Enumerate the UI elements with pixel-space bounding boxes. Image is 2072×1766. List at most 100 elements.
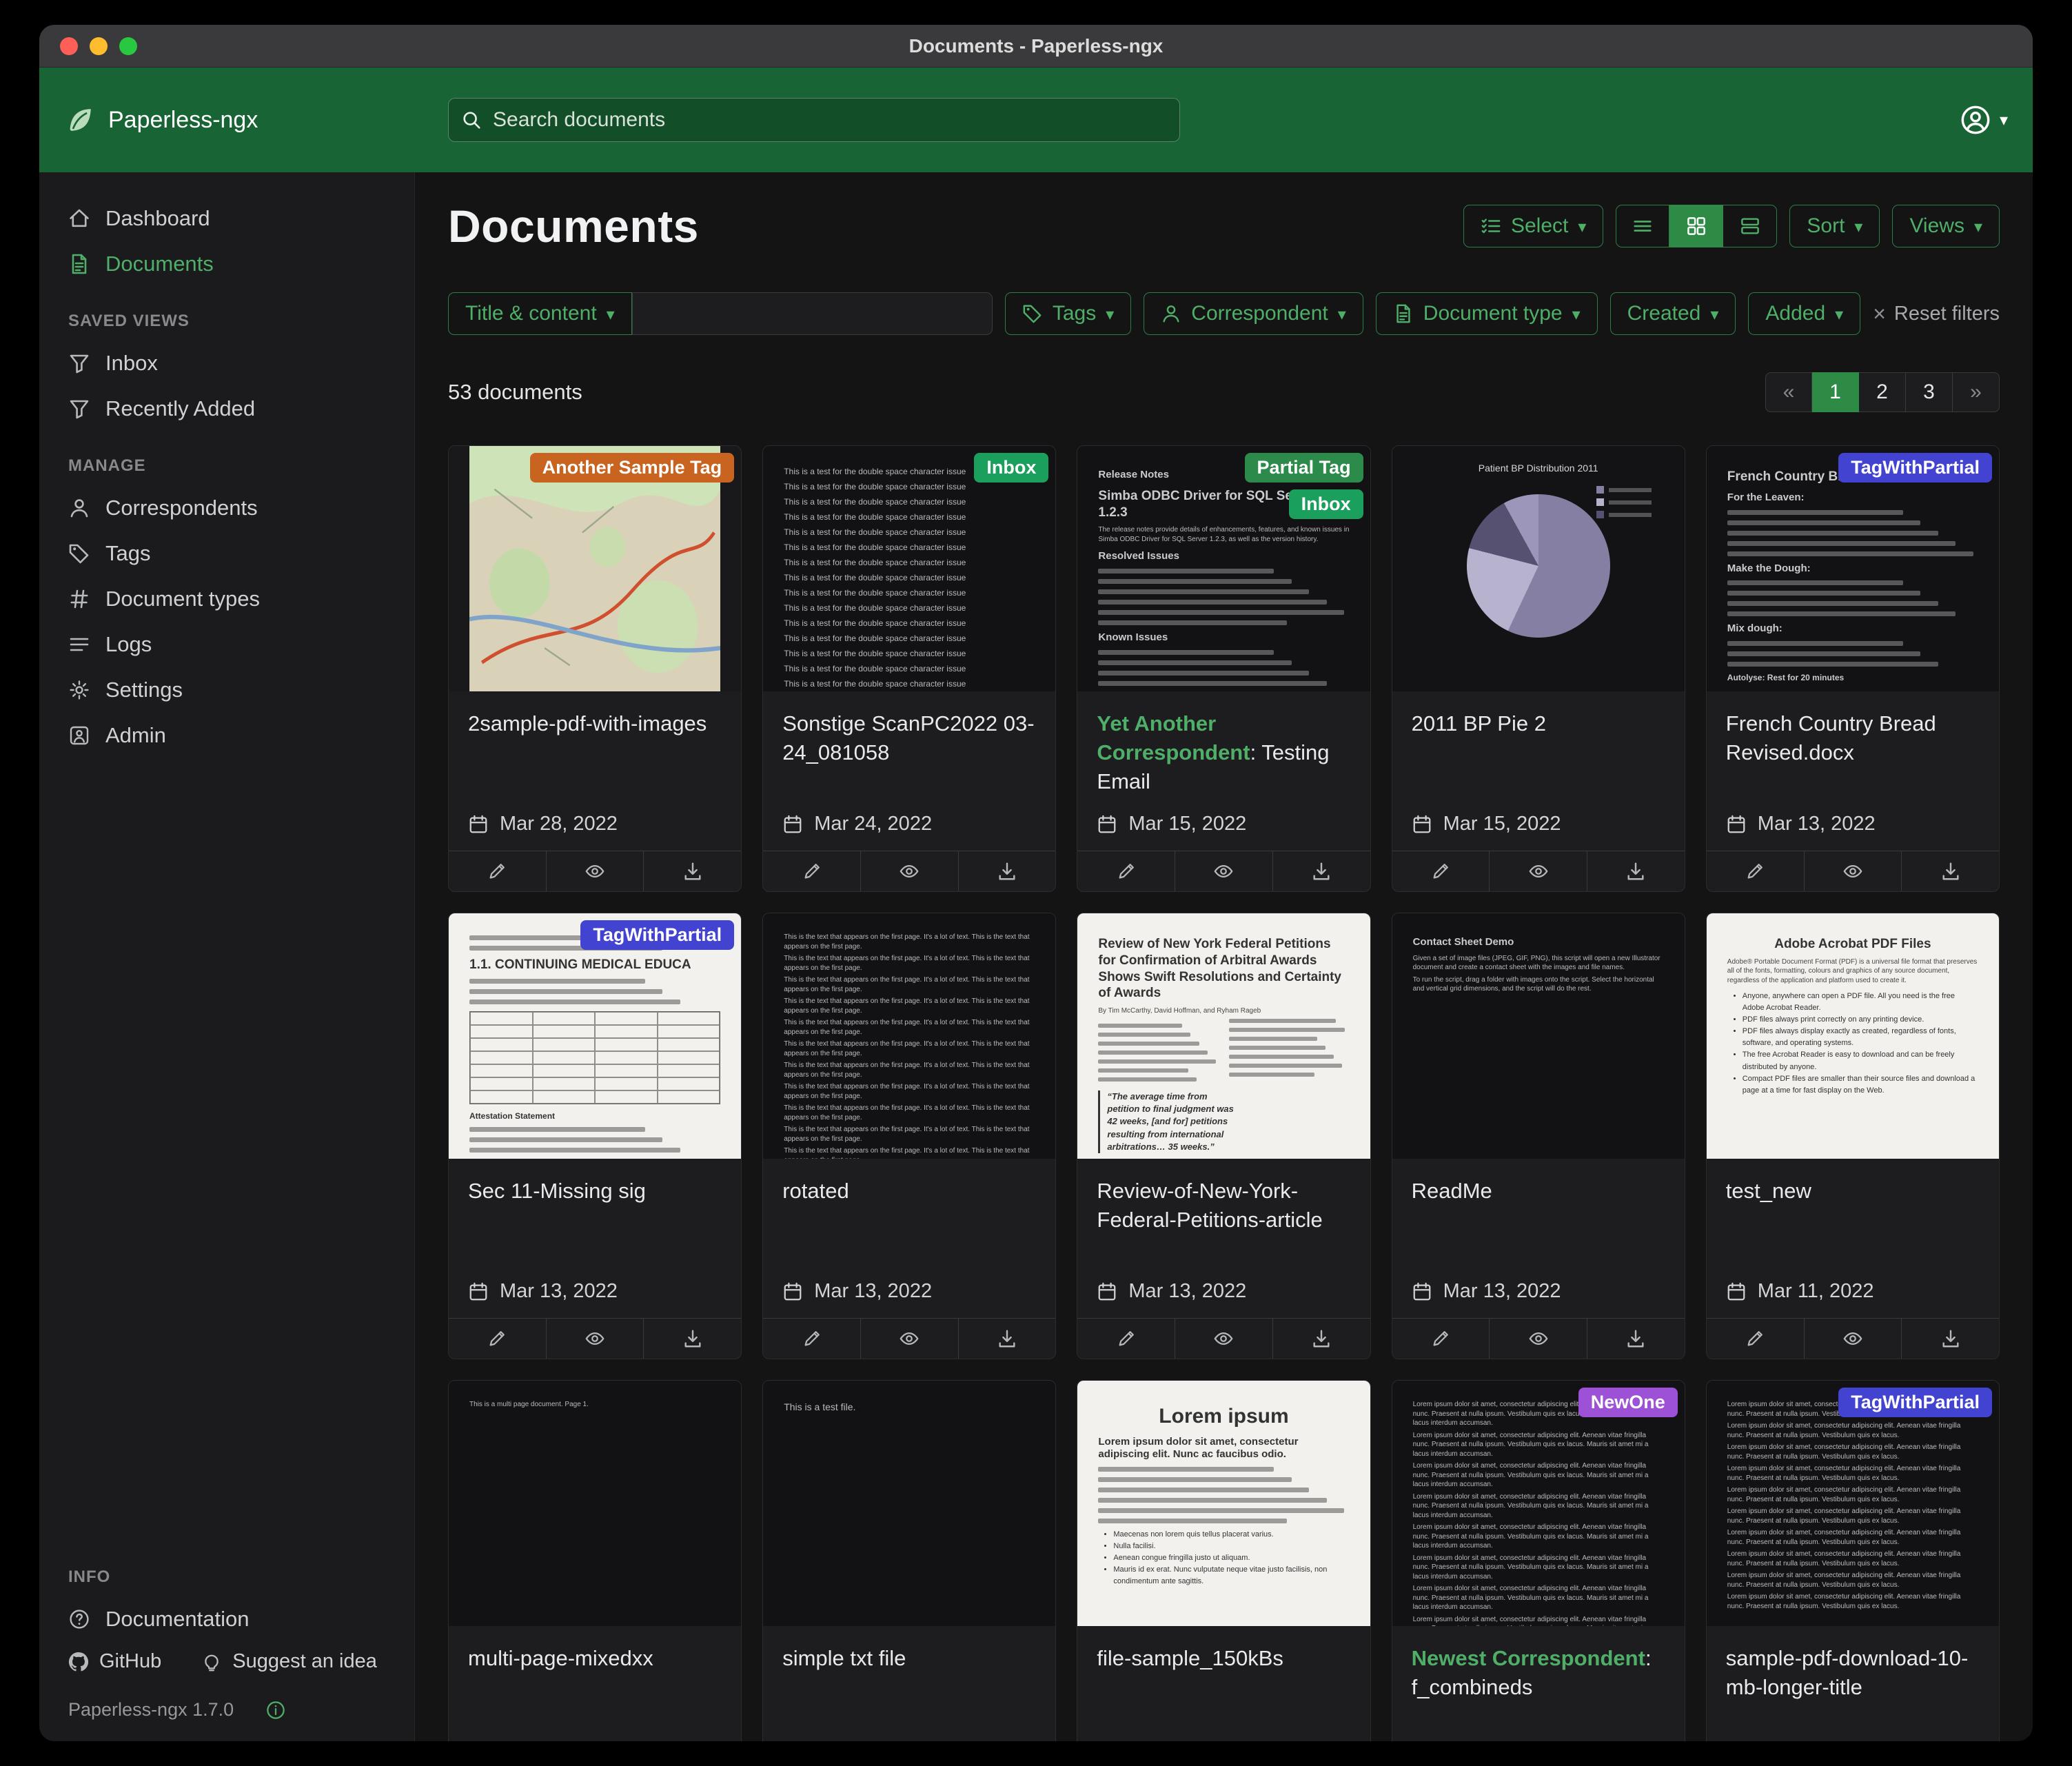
- tag-badge-inbox[interactable]: Inbox: [974, 453, 1048, 483]
- pagination-page-2[interactable]: 2: [1859, 372, 1906, 412]
- title-content-filter-button[interactable]: Title & content: [448, 292, 632, 335]
- view-document-button[interactable]: [1175, 851, 1273, 891]
- suggest-idea-link[interactable]: Suggest an idea: [201, 1650, 377, 1673]
- view-list-button[interactable]: [1616, 205, 1669, 247]
- document-title[interactable]: multi-page-mixedxx: [468, 1644, 722, 1673]
- user-menu[interactable]: [1960, 104, 2008, 136]
- download-document-button[interactable]: [1273, 851, 1370, 891]
- document-title[interactable]: sample-pdf-download-10-mb-longer-title: [1726, 1644, 1980, 1702]
- view-document-button[interactable]: [1175, 1319, 1273, 1359]
- pagination-page-1[interactable]: 1: [1812, 372, 1859, 412]
- document-card[interactable]: Lorem ipsumLorem ipsum dolor sit amet, c…: [1077, 1380, 1370, 1741]
- edit-document-button[interactable]: [1392, 851, 1490, 891]
- document-thumbnail[interactable]: Lorem ipsumLorem ipsum dolor sit amet, c…: [1077, 1381, 1370, 1626]
- download-document-button[interactable]: [644, 851, 741, 891]
- document-title[interactable]: 2sample-pdf-with-images: [468, 709, 722, 738]
- tag-badge-tagwithpartial[interactable]: TagWithPartial: [580, 920, 734, 950]
- document-thumbnail[interactable]: French Country BreadFor the Leaven:Make …: [1707, 446, 1999, 691]
- document-title[interactable]: test_new: [1726, 1177, 1980, 1206]
- document-card[interactable]: Review of New York Federal Petitions for…: [1077, 913, 1370, 1359]
- download-document-button[interactable]: [1902, 1319, 1999, 1359]
- correspondent-link[interactable]: Newest Correspondent: [1412, 1646, 1645, 1670]
- download-document-button[interactable]: [1587, 1319, 1685, 1359]
- tag-badge-inbox[interactable]: Inbox: [1289, 489, 1363, 519]
- view-grid-button[interactable]: [1669, 205, 1723, 247]
- sidebar-item-documents[interactable]: Documents: [39, 241, 414, 287]
- document-title[interactable]: Sonstige ScanPC2022 03-24_081058: [782, 709, 1036, 767]
- view-document-button[interactable]: [1490, 1319, 1587, 1359]
- title-content-filter-input[interactable]: [632, 292, 993, 335]
- minimize-window-button[interactable]: [90, 37, 108, 55]
- edit-document-button[interactable]: [1707, 851, 1805, 891]
- added-filter-button[interactable]: Added: [1748, 292, 1860, 335]
- document-card[interactable]: Lorem ipsum dolor sit amet, consectetur …: [1392, 1380, 1685, 1741]
- document-card[interactable]: Release NotesSimba ODBC Driver for SQL S…: [1077, 445, 1370, 892]
- pagination-page-3[interactable]: 3: [1906, 372, 1953, 412]
- document-title[interactable]: Sec 11-Missing sig: [468, 1177, 722, 1206]
- document-thumbnail[interactable]: This is the text that appears on the fir…: [763, 913, 1055, 1159]
- sidebar-item-correspondents[interactable]: Correspondents: [39, 485, 414, 531]
- document-thumbnail[interactable]: Contact Sheet DemoGiven a set of image f…: [1392, 913, 1685, 1159]
- edit-document-button[interactable]: [1077, 851, 1175, 891]
- edit-document-button[interactable]: [763, 1319, 861, 1359]
- reset-filters-button[interactable]: Reset filters: [1873, 301, 2000, 327]
- document-thumbnail[interactable]: Adobe Acrobat PDF FilesAdobe® Portable D…: [1707, 913, 1999, 1159]
- view-document-button[interactable]: [547, 1319, 644, 1359]
- document-title[interactable]: simple txt file: [782, 1644, 1036, 1673]
- pagination-prev-button[interactable]: «: [1765, 372, 1812, 412]
- sidebar-item-document-types[interactable]: Document types: [39, 576, 414, 622]
- view-document-button[interactable]: [861, 1319, 959, 1359]
- select-button[interactable]: Select: [1463, 205, 1603, 247]
- document-card[interactable]: Another Sample Tag 2sample-pdf-with-imag…: [448, 445, 742, 892]
- document-thumbnail[interactable]: Lorem ipsum dolor sit amet, consectetur …: [1392, 1381, 1685, 1626]
- document-title[interactable]: file-sample_150kBs: [1097, 1644, 1350, 1673]
- edit-document-button[interactable]: [449, 851, 547, 891]
- views-button[interactable]: Views: [1892, 205, 2000, 247]
- document-card[interactable]: Contact Sheet DemoGiven a set of image f…: [1392, 913, 1685, 1359]
- tags-filter-button[interactable]: Tags: [1005, 292, 1131, 335]
- correspondent-link[interactable]: Yet Another Correspondent: [1097, 711, 1250, 764]
- search-input[interactable]: [493, 108, 1167, 132]
- edit-document-button[interactable]: [1077, 1319, 1175, 1359]
- pagination-next-button[interactable]: »: [1953, 372, 2000, 412]
- tag-badge-another-sample-tag[interactable]: Another Sample Tag: [530, 453, 735, 483]
- download-document-button[interactable]: [1902, 851, 1999, 891]
- document-thumbnail[interactable]: Release NotesSimba ODBC Driver for SQL S…: [1077, 446, 1370, 691]
- sidebar-item-settings[interactable]: Settings: [39, 667, 414, 713]
- sidebar-item-tags[interactable]: Tags: [39, 531, 414, 576]
- sidebar-item-documentation[interactable]: Documentation: [39, 1596, 414, 1642]
- document-card[interactable]: 1.1. CONTINUING MEDICAL EDUCAAttestation…: [448, 913, 742, 1359]
- view-document-button[interactable]: [547, 851, 644, 891]
- document-title[interactable]: rotated: [782, 1177, 1036, 1206]
- edit-document-button[interactable]: [763, 851, 861, 891]
- document-card[interactable]: This is the text that appears on the fir…: [762, 913, 1056, 1359]
- tag-badge-partial-tag[interactable]: Partial Tag: [1245, 453, 1363, 483]
- document-card[interactable]: This is a test file. simple txt file: [762, 1380, 1056, 1741]
- document-thumbnail[interactable]: Another Sample Tag: [449, 446, 741, 691]
- view-document-button[interactable]: [1805, 1319, 1902, 1359]
- global-search[interactable]: [448, 98, 1180, 142]
- tag-badge-newone[interactable]: NewOne: [1578, 1388, 1678, 1417]
- app-brand[interactable]: Paperless-ngx: [64, 104, 448, 136]
- document-title[interactable]: French Country Bread Revised.docx: [1726, 709, 1980, 767]
- document-title[interactable]: 2011 BP Pie 2: [1412, 709, 1665, 738]
- github-link[interactable]: GitHub: [68, 1650, 161, 1673]
- document-card[interactable]: Lorem ipsum dolor sit amet, consectetur …: [1706, 1380, 2000, 1741]
- view-document-button[interactable]: [1805, 851, 1902, 891]
- created-filter-button[interactable]: Created: [1610, 292, 1736, 335]
- document-thumbnail[interactable]: Lorem ipsum dolor sit amet, consectetur …: [1707, 1381, 1999, 1626]
- edit-document-button[interactable]: [1707, 1319, 1805, 1359]
- tag-badge-tagwithpartial[interactable]: TagWithPartial: [1838, 1388, 1992, 1417]
- download-document-button[interactable]: [644, 1319, 741, 1359]
- sidebar-item-inbox[interactable]: Inbox: [39, 341, 414, 386]
- document-type-filter-button[interactable]: Document type: [1376, 292, 1598, 335]
- view-document-button[interactable]: [1490, 851, 1587, 891]
- download-document-button[interactable]: [959, 851, 1056, 891]
- zoom-window-button[interactable]: [119, 37, 137, 55]
- download-document-button[interactable]: [1273, 1319, 1370, 1359]
- sidebar-item-dashboard[interactable]: Dashboard: [39, 196, 414, 241]
- document-title[interactable]: Review-of-New-York-Federal-Petitions-art…: [1097, 1177, 1350, 1235]
- document-card[interactable]: This is a test for the double space char…: [762, 445, 1056, 892]
- download-document-button[interactable]: [1587, 851, 1685, 891]
- download-document-button[interactable]: [959, 1319, 1056, 1359]
